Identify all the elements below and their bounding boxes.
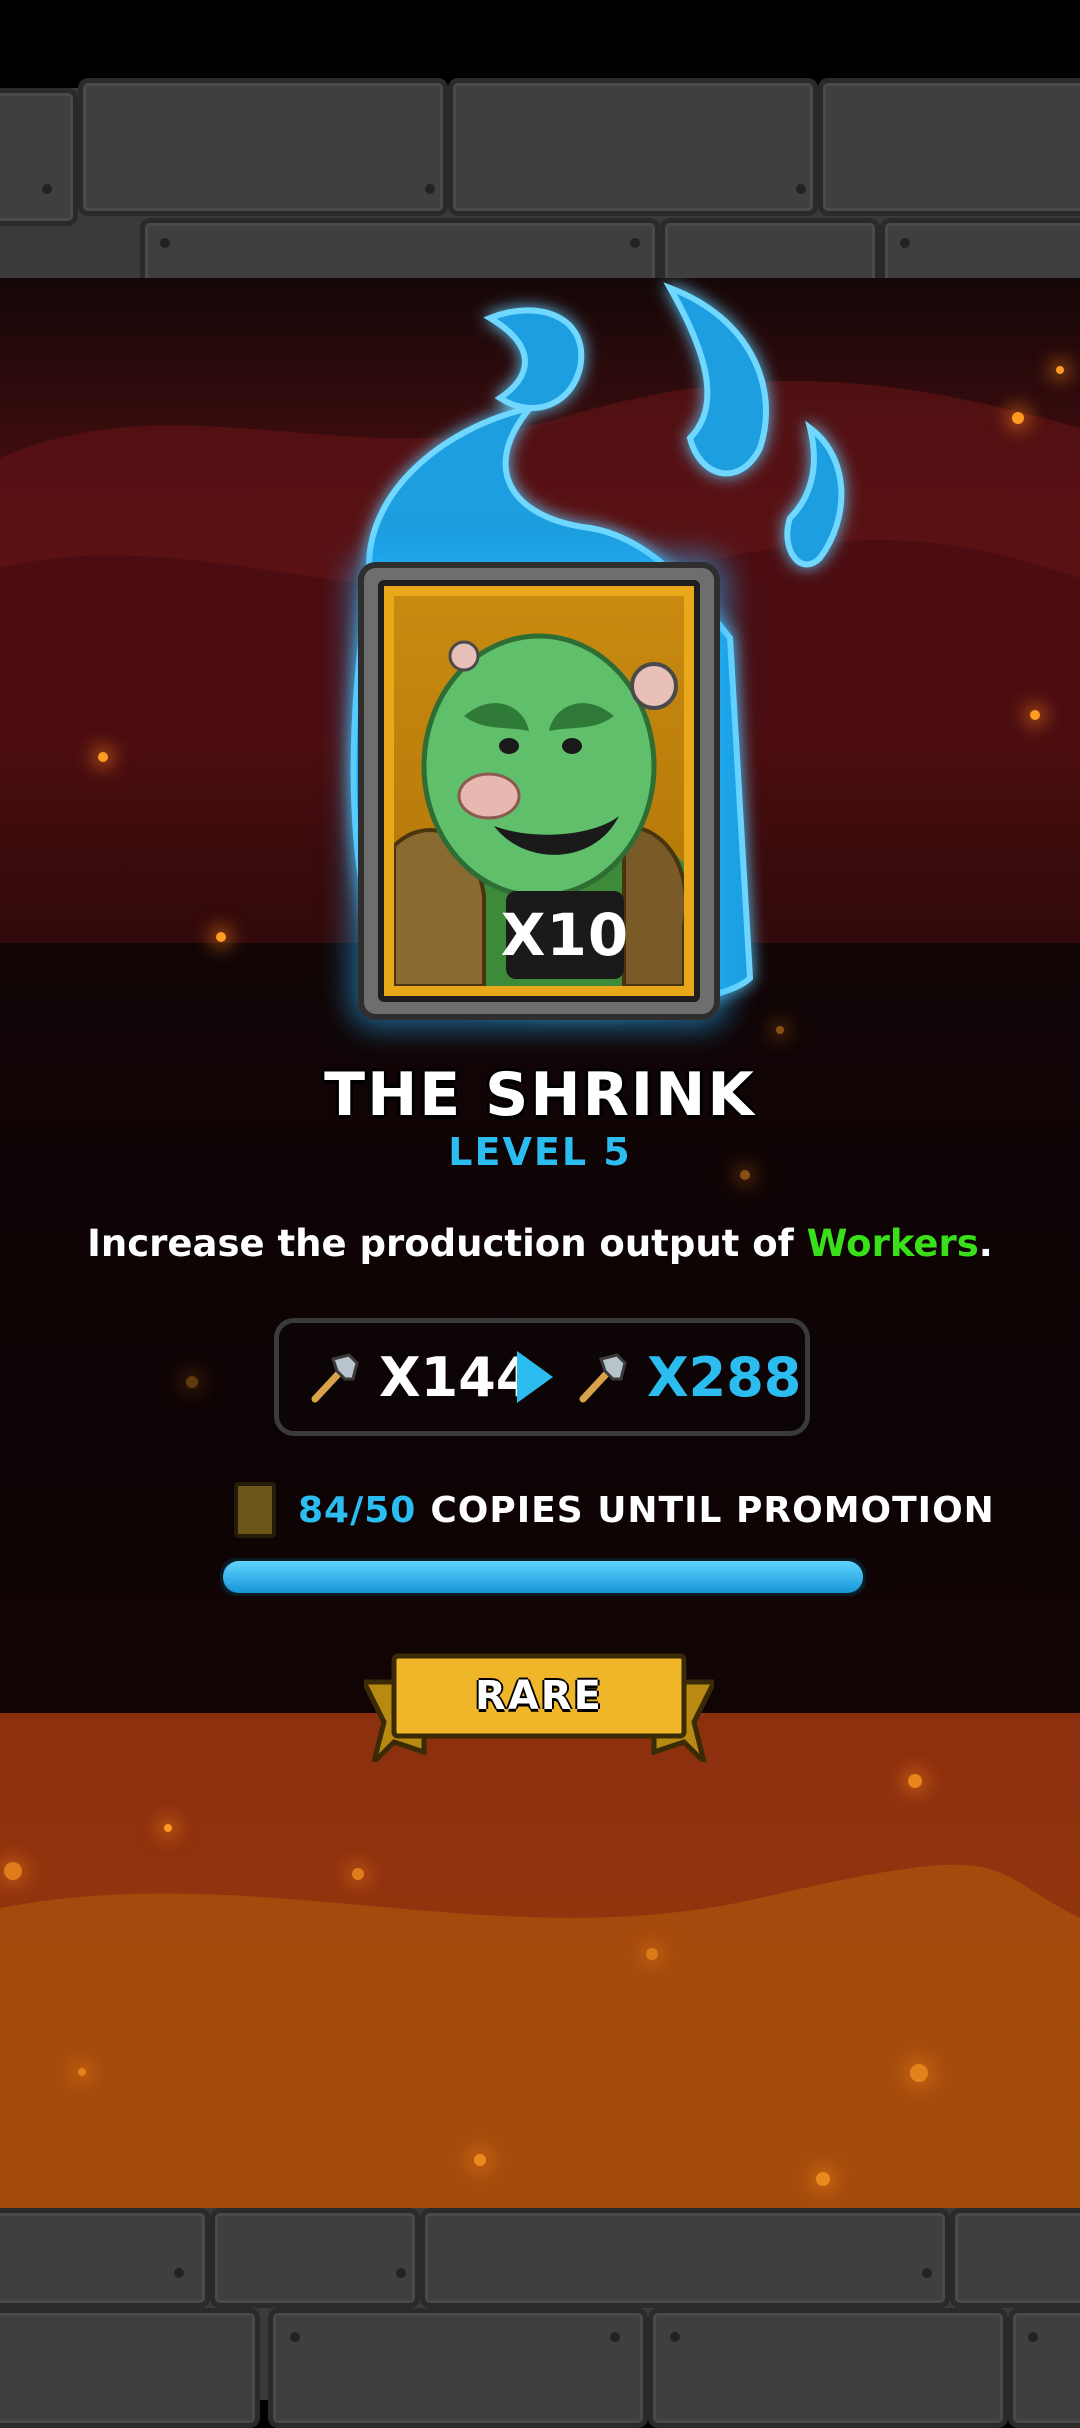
boost-next-value: X288 — [647, 1345, 802, 1409]
copies-count: 84/50 — [298, 1489, 417, 1531]
card-description: Increase the production output of Worker… — [0, 1222, 1080, 1265]
card-level: LEVEL 5 — [448, 1130, 632, 1174]
promotion-progress-bar — [220, 1558, 866, 1596]
promotion-progress-fill — [223, 1561, 863, 1593]
card-name: THE SHRINK — [324, 1060, 756, 1130]
hammer-icon — [311, 1353, 359, 1403]
copies-label: COPIES UNTIL PROMOTION — [430, 1489, 995, 1531]
status-bar — [0, 0, 1080, 88]
card-count-badge: X10 — [501, 891, 628, 979]
hero-card[interactable]: X10 — [358, 562, 720, 1020]
promotion-status: 84/50 COPIES UNTIL PROMOTION — [234, 1480, 995, 1540]
card-copies-icon — [234, 1482, 276, 1538]
arrow-right-icon — [517, 1351, 553, 1403]
description-text: Increase the production output of — [87, 1222, 807, 1265]
boost-comparison: X144 X288 — [274, 1318, 810, 1436]
boost-next: X288 — [575, 1323, 801, 1431]
rarity-label: RARE — [475, 1673, 603, 1719]
description-highlight: Workers — [806, 1222, 979, 1265]
rarity-ribbon: RARE — [364, 1652, 714, 1762]
stone-wall-bottom — [0, 2208, 1080, 2428]
description-suffix: . — [978, 1222, 993, 1265]
stone-wall-top — [0, 78, 1080, 318]
boost-current: X144 — [307, 1323, 533, 1431]
boost-current-value: X144 — [379, 1345, 534, 1409]
hammer-icon — [579, 1353, 627, 1403]
